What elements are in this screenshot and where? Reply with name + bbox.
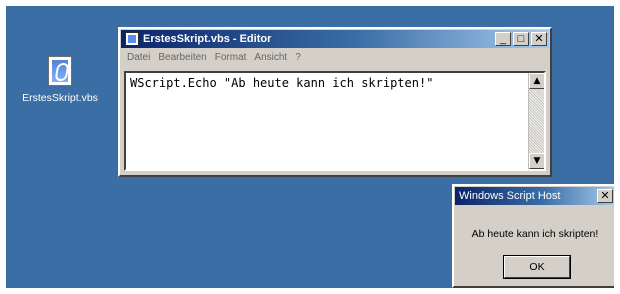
scroll-down-button[interactable]: ▼ <box>529 153 544 169</box>
desktop-icon-erstesskript[interactable]: ErstesSkript.vbs <box>12 56 108 104</box>
desktop: ErstesSkript.vbs ErstesSkript.vbs - Edit… <box>6 6 614 288</box>
ok-button-label: OK <box>529 261 545 273</box>
minimize-icon: _ <box>499 32 507 45</box>
message-box-close-button[interactable]: ✕ <box>597 189 613 203</box>
menu-item-help[interactable]: ? <box>295 52 301 63</box>
vertical-scrollbar[interactable]: ▲ ▼ <box>528 73 544 169</box>
titlebar-buttons: _ □ ✕ <box>495 32 547 46</box>
maximize-icon: □ <box>517 32 525 45</box>
desktop-icon-label: ErstesSkript.vbs <box>22 92 98 104</box>
ok-button[interactable]: OK <box>503 255 571 279</box>
menu-item-datei[interactable]: Datei <box>127 52 150 63</box>
scroll-up-button[interactable]: ▲ <box>529 73 544 89</box>
maximize-button[interactable]: □ <box>513 32 529 46</box>
menu-item-format[interactable]: Format <box>215 52 247 63</box>
minimize-button[interactable]: _ <box>495 32 511 46</box>
message-box-title: Windows Script Host <box>459 190 561 202</box>
menubar: Datei Bearbeiten Format Ansicht ? <box>121 49 549 65</box>
menu-item-bearbeiten[interactable]: Bearbeiten <box>158 52 206 63</box>
close-icon: ✕ <box>534 32 544 45</box>
message-box-titlebar[interactable]: Windows Script Host ✕ <box>455 187 614 205</box>
close-button[interactable]: ✕ <box>531 32 547 46</box>
menu-item-ansicht[interactable]: Ansicht <box>254 52 287 63</box>
arrow-up-icon: ▲ <box>533 75 541 86</box>
notepad-titlebar[interactable]: ErstesSkript.vbs - Editor _ □ ✕ <box>121 30 549 48</box>
arrow-down-icon: ▼ <box>533 155 541 166</box>
editor-textarea[interactable]: WScript.Echo "Ab heute kann ich skripten… <box>124 71 546 171</box>
message-box: Windows Script Host ✕ Ab heute kann ich … <box>452 184 614 288</box>
window-title: ErstesSkript.vbs - Editor <box>143 33 272 45</box>
notepad-window: ErstesSkript.vbs - Editor _ □ ✕ Datei Be… <box>118 27 552 177</box>
close-icon: ✕ <box>600 189 610 202</box>
vbs-file-icon <box>48 56 72 86</box>
message-text: Ab heute kann ich skripten! <box>471 228 599 240</box>
editor-content: WScript.Echo "Ab heute kann ich skripten… <box>130 76 434 90</box>
notepad-icon <box>125 32 139 46</box>
